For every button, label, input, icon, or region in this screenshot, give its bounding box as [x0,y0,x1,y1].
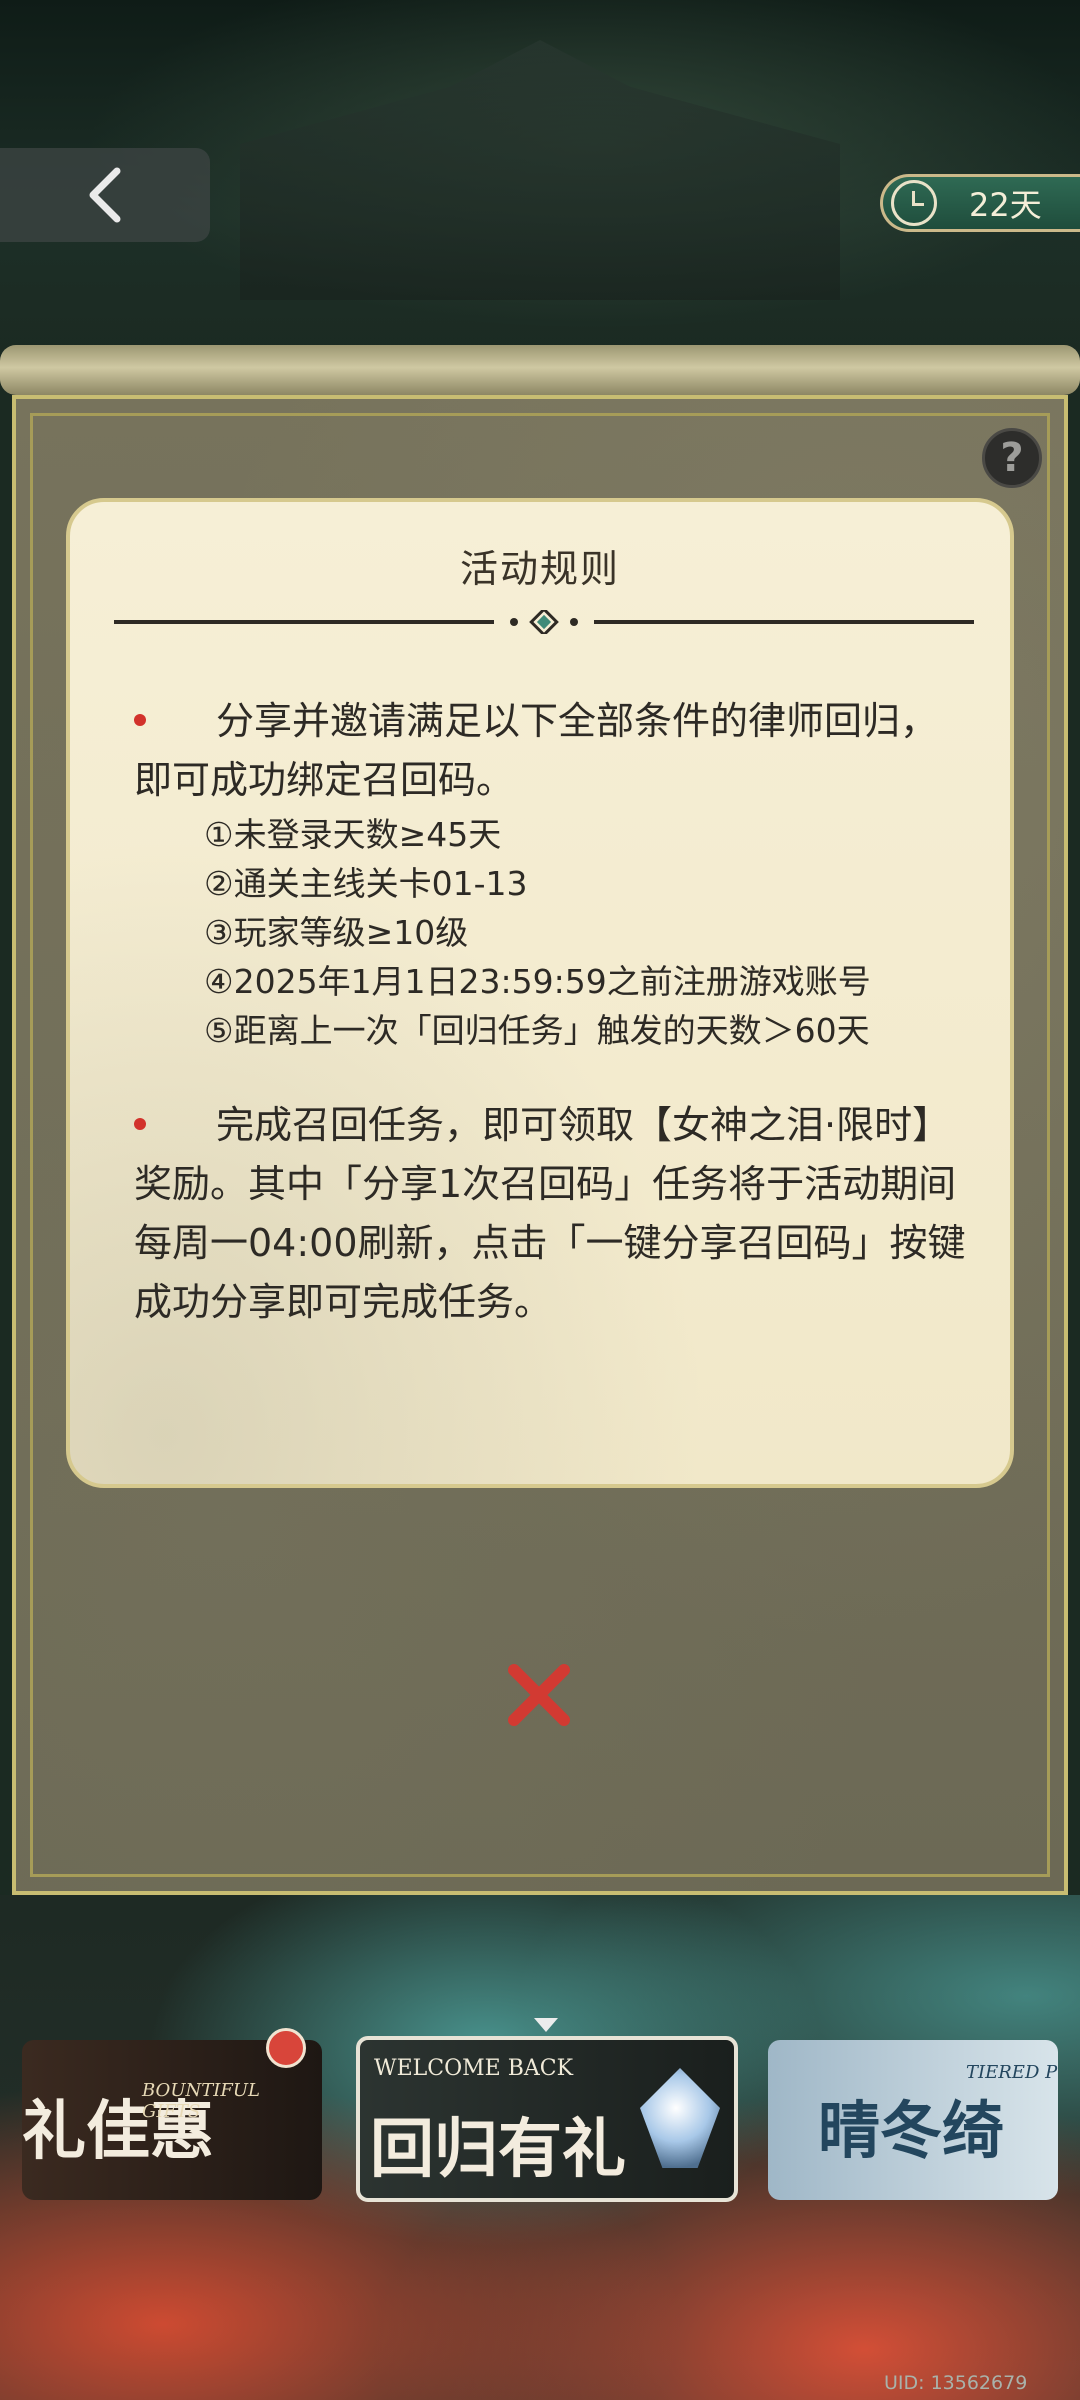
condition-item: ⑤距离上一次「回归任务」触发的天数＞60天 [204,1011,870,1050]
rule-item-1: 分享并邀请满足以下全部条件的律师回归，即可成功绑定召回码。 [134,692,974,810]
selected-indicator-icon [534,2018,558,2032]
rule-item-2: 完成召回任务，即可领取【女神之泪·限时】奖励。其中「分享1次召回码」任务将于活动… [134,1096,974,1332]
event-timer: 22天 [880,174,1080,232]
ornament-divider [114,610,974,634]
clock-badge-icon [266,2028,306,2068]
condition-item: ①未登录天数≥45天 [204,815,502,854]
condition-item: ③玩家等级≥10级 [204,913,469,952]
chevron-left-icon [89,167,121,223]
condition-item: ④2025年1月1日23:59:59之前注册游戏账号 [204,962,871,1001]
banner-subtitle: BOUNTIFUL GIFTS [142,2080,260,2122]
rules-title: 活动规则 [459,547,620,591]
rule-2-text: 完成召回任务，即可领取【女神之泪·限时】奖励。其中「分享1次召回码」任务将于活动… [134,1103,966,1324]
question-icon: ? [1000,435,1024,481]
bullet-icon [134,713,146,726]
conditions-list: ①未登录天数≥45天 ②通关主线关卡01-13 ③玩家等级≥10级 ④2025年… [204,810,1004,1055]
timer-text: 22天 [969,186,1042,224]
banner-title: 回归有礼 [370,2112,626,2187]
back-button[interactable] [0,148,210,242]
banner-subtitle: TIERED P [966,2062,1058,2083]
rule-1-text: 分享并邀请满足以下全部条件的律师回归，即可成功绑定召回码。 [134,699,939,802]
close-icon[interactable] [504,1660,574,1730]
help-button[interactable]: ? [982,428,1042,488]
clock-icon [891,180,937,226]
scroll-rod [0,345,1080,395]
bullet-icon [134,1117,146,1130]
rules-card: 活动规则 分享并邀请满足以下全部条件的律师回归，即可成功绑定召回码。 ①未登录天… [66,498,1014,1488]
banner-tiered[interactable]: 晴冬绮 TIERED P [768,2040,1058,2200]
uid-text: UID: 13562679 [884,2372,1028,2394]
condition-item: ②通关主线关卡01-13 [204,864,528,903]
banner-subtitle: WELCOME BACK [374,2056,574,2081]
palace-roof-decoration [240,40,840,300]
banner-title: 晴冬绮 [818,2094,1005,2167]
